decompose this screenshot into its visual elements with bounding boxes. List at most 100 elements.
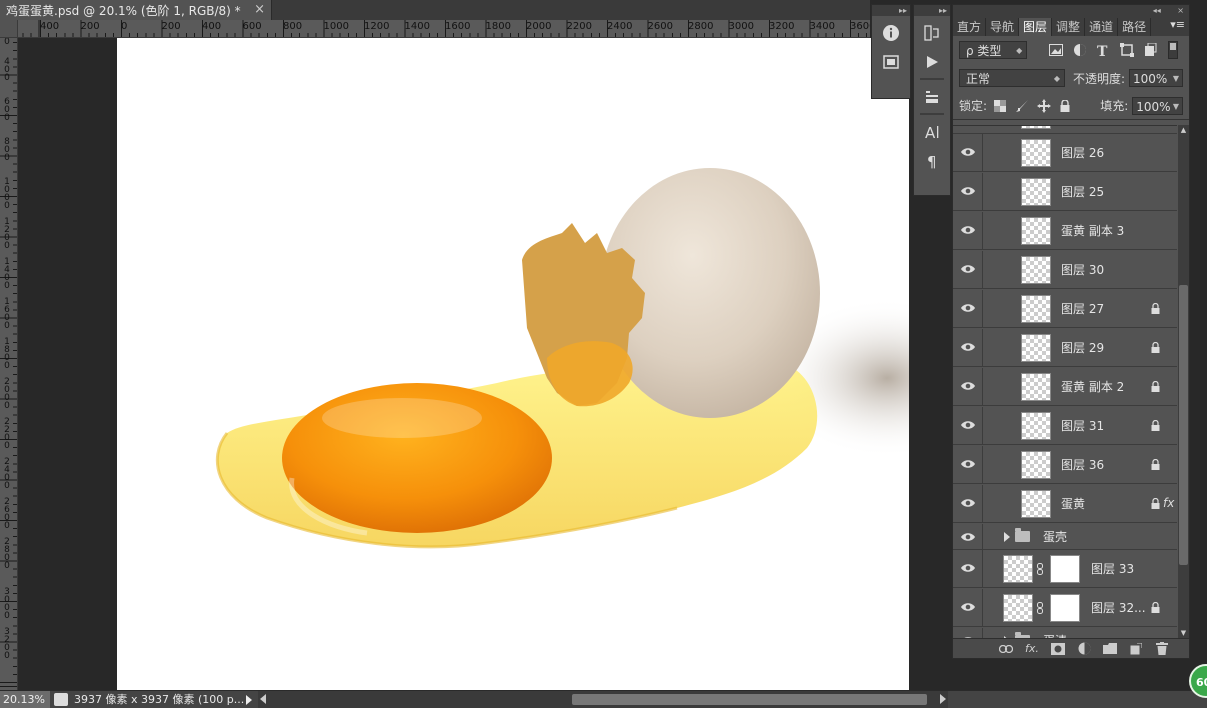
mask-icon[interactable] <box>1049 641 1067 657</box>
character-icon[interactable]: A <box>919 120 945 144</box>
layer-name: 图层 27 <box>1061 302 1105 316</box>
scroll-down-icon[interactable]: ▼ <box>1178 628 1189 638</box>
document-canvas[interactable] <box>117 38 911 690</box>
layer-group-row[interactable]: 蛋壳 <box>953 524 1177 550</box>
eye-visibility-icon[interactable] <box>960 601 976 613</box>
history-icon[interactable] <box>919 21 945 45</box>
layer-row[interactable]: 图层 29 <box>953 329 1177 367</box>
collapse-panels-icon[interactable]: ◂◂ <box>1153 6 1161 15</box>
layer-row[interactable]: 蛋黄 副本 3 <box>953 212 1177 250</box>
filter-kind-select[interactable]: ρ 类型 ◆ <box>959 41 1028 59</box>
horizontal-ruler[interactable]: 400 200 0 200 400 600 800 1000 1200 1400 1600 1800 2… <box>18 20 870 38</box>
fx-icon[interactable]: fx. <box>1023 641 1041 657</box>
trash-icon[interactable] <box>1153 641 1171 657</box>
layer-row[interactable]: 图层 31 <box>953 407 1177 445</box>
tab-navigator[interactable]: 导航 <box>986 18 1020 36</box>
eye-visibility-icon[interactable] <box>960 458 976 470</box>
layer-row[interactable]: 蛋黄 fx <box>953 485 1177 523</box>
filter-type-icon[interactable]: T <box>1094 41 1113 59</box>
horizontal-scrollbar[interactable] <box>258 691 948 708</box>
close-panel-icon[interactable]: × <box>1177 6 1184 15</box>
toolstrip-collapse-header[interactable]: ▸▸ <box>914 5 950 16</box>
link-icon[interactable] <box>997 641 1015 657</box>
eye-visibility-icon[interactable] <box>960 419 976 431</box>
ruler-label: 600 <box>242 21 262 32</box>
eye-visibility-icon[interactable] <box>960 341 976 353</box>
close-document-icon[interactable]: × <box>254 2 265 17</box>
layer-row[interactable]: 蛋黄 副本 2 <box>953 368 1177 406</box>
layer-name: 蛋壳 <box>1043 530 1068 544</box>
tab-histogram[interactable]: 直方 <box>953 18 987 36</box>
tab-channels[interactable]: 通道 <box>1085 18 1119 36</box>
mask-link-icon[interactable] <box>1037 563 1043 575</box>
eye-visibility-icon[interactable] <box>960 380 976 392</box>
document-profile-icon[interactable] <box>54 693 68 706</box>
tab-adjustments[interactable]: 调整 <box>1052 18 1086 36</box>
layers-scrollbar[interactable]: ▲ ▼ <box>1178 125 1189 638</box>
canvas-workspace[interactable] <box>18 38 911 690</box>
scroll-left-icon[interactable] <box>260 694 266 704</box>
paragraph-icon[interactable]: ¶ <box>919 149 945 173</box>
tab-layers[interactable]: 图层 <box>1019 18 1053 36</box>
scroll-right-icon[interactable] <box>940 694 946 704</box>
info-icon[interactable] <box>878 21 904 45</box>
filter-shape-icon[interactable] <box>1117 41 1136 59</box>
lock-all-icon[interactable] <box>1056 97 1074 115</box>
eye-visibility-icon[interactable] <box>960 497 976 509</box>
filter-adjustment-icon[interactable] <box>1070 41 1089 59</box>
scroll-up-icon[interactable]: ▲ <box>1178 125 1189 135</box>
eye-visibility-icon[interactable] <box>960 224 976 236</box>
status-menu-arrow-icon[interactable] <box>246 695 252 705</box>
adjustment-icon[interactable] <box>1075 641 1093 657</box>
lock-transparent-icon[interactable] <box>991 97 1009 115</box>
panel-collapse-header[interactable]: ◂◂ × <box>953 5 1189 16</box>
expand-group-icon[interactable] <box>1004 532 1010 542</box>
blend-mode-select[interactable]: 正常 ◆ <box>959 69 1065 87</box>
eye-visibility-icon[interactable] <box>960 263 976 275</box>
layer-row[interactable]: 图层 30 <box>953 251 1177 289</box>
fill-input[interactable]: 100% ▼ <box>1132 96 1183 115</box>
filter-pixel-icon[interactable] <box>1047 41 1066 59</box>
actions-play-icon[interactable] <box>919 50 945 74</box>
layer-row[interactable]: 图层 36 <box>953 446 1177 484</box>
layer-row[interactable]: 图层 32... <box>953 589 1177 627</box>
eye-visibility-icon[interactable] <box>960 185 976 197</box>
lock-label: 锁定: <box>959 99 988 113</box>
eye-visibility-icon[interactable] <box>960 146 976 158</box>
tool-presets-icon[interactable] <box>919 85 945 109</box>
new-layer-icon[interactable] <box>1127 641 1145 657</box>
lock-brush-icon[interactable] <box>1013 97 1031 115</box>
tab-paths[interactable]: 路径 <box>1118 18 1152 36</box>
layer-row[interactable]: 图层 27 <box>953 290 1177 328</box>
layer-row[interactable]: 图层 26 <box>953 134 1177 172</box>
layer-row[interactable]: 图层 25 <box>953 173 1177 211</box>
strip-collapse-header[interactable]: ▸▸ <box>872 5 910 16</box>
eye-visibility-icon[interactable] <box>960 302 976 314</box>
group-folder-icon[interactable] <box>1101 641 1119 657</box>
zoom-level-field[interactable]: 20.13% <box>0 691 50 708</box>
eye-visibility-icon[interactable] <box>960 531 976 543</box>
3d-icon[interactable] <box>878 50 904 74</box>
filter-toggle-switch[interactable] <box>1164 41 1183 59</box>
ruler-label: 800 <box>4 137 10 163</box>
layer-name: 图层 26 <box>1061 146 1105 160</box>
layers-scroll-thumb[interactable] <box>1179 285 1188 565</box>
vertical-ruler[interactable]: 0 400 600 800 1000 1200 1400 1600 1800 2000 2200 24… <box>0 38 18 690</box>
ruler-label: 2600 <box>4 497 10 531</box>
layer-lock-icon <box>1151 458 1160 470</box>
lock-move-icon[interactable] <box>1035 97 1053 115</box>
ruler-origin[interactable] <box>0 20 18 38</box>
layer-row[interactable]: 图层 33 <box>953 550 1177 588</box>
layer-effects-icon[interactable]: fx <box>1163 496 1174 510</box>
layer-mask-thumbnail[interactable] <box>1050 555 1080 583</box>
ruler-label: 2800 <box>4 537 10 571</box>
opacity-input[interactable]: 100% ▼ <box>1129 69 1183 87</box>
layer-mask-thumbnail[interactable] <box>1050 594 1080 622</box>
filter-smart-object-icon[interactable] <box>1140 41 1159 59</box>
panel-menu-icon[interactable]: ▾≡ <box>1170 18 1185 31</box>
document-tab[interactable]: 鸡蛋蛋黄.psd @ 20.1% (色阶 1, RGB/8) * × <box>0 0 272 20</box>
layer-row-partial[interactable] <box>953 126 1177 134</box>
mask-link-icon[interactable] <box>1037 602 1043 614</box>
eye-visibility-icon[interactable] <box>960 562 976 574</box>
horizontal-scroll-thumb[interactable] <box>572 694 927 705</box>
